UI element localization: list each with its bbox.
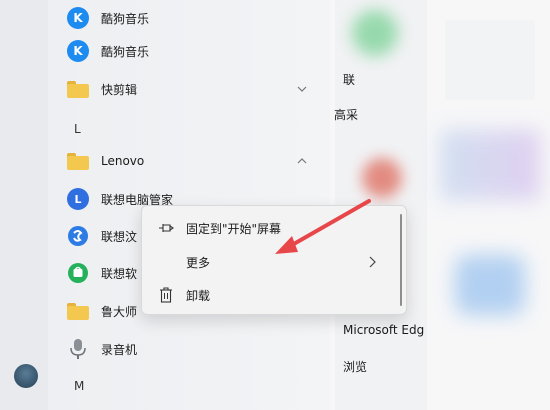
menu-item-label: 卸载 xyxy=(186,288,211,303)
folder-icon xyxy=(66,299,90,323)
menu-item-more[interactable]: 更多 xyxy=(142,246,398,278)
folder-label: 鲁大师 xyxy=(101,304,138,319)
menu-item-spacer xyxy=(158,254,174,270)
kugou-icon: K xyxy=(66,6,90,30)
tile-background xyxy=(445,20,535,100)
list-item-kugou-1[interactable]: K 酷狗音乐 xyxy=(58,0,320,36)
chevron-down-icon xyxy=(297,86,307,92)
chevron-up-icon xyxy=(297,158,307,164)
folder-icon xyxy=(66,77,90,101)
tile-app-icon-blue[interactable] xyxy=(455,255,525,315)
letter-header-m[interactable]: M xyxy=(74,379,84,393)
list-item-label: 联想汶 xyxy=(101,229,138,244)
folder-label: 快剪辑 xyxy=(101,82,138,97)
pin-icon xyxy=(158,220,174,236)
kugou-icon: K xyxy=(66,39,90,63)
start-side-rail xyxy=(0,0,48,410)
list-item-recorder[interactable]: 录音机 xyxy=(58,331,320,367)
tile-label: 高采 xyxy=(334,108,359,122)
lenovo-app-icon xyxy=(66,224,90,248)
list-item-kugou-2[interactable]: K 酷狗音乐 xyxy=(58,33,320,69)
tile-label-browse: 浏览 xyxy=(343,360,368,374)
tile-label: 联 xyxy=(343,73,356,87)
tile-app-icons-blurred[interactable] xyxy=(440,130,540,200)
list-item-label: 酷狗音乐 xyxy=(101,44,150,59)
trash-icon xyxy=(158,287,174,303)
letter-header-l[interactable]: L xyxy=(74,122,81,136)
tile-label-edge[interactable]: Microsoft Edg xyxy=(343,323,424,337)
user-avatar[interactable] xyxy=(14,364,38,388)
lenovo-manager-icon: L xyxy=(66,187,90,211)
folder-lenovo[interactable]: Lenovo xyxy=(58,143,320,179)
menu-item-label: 更多 xyxy=(186,255,211,270)
microphone-icon xyxy=(66,337,90,361)
menu-item-uninstall[interactable]: 卸载 xyxy=(142,279,398,311)
chevron-right-icon xyxy=(369,256,376,268)
list-item-label: 录音机 xyxy=(101,342,138,357)
tile-app-icon-red[interactable] xyxy=(362,158,402,198)
tile-app-icon-green[interactable] xyxy=(352,10,398,56)
list-item-label: 联想软 xyxy=(101,266,138,281)
menu-scrollbar[interactable] xyxy=(400,214,402,306)
menu-item-label: 固定到"开始"屏幕 xyxy=(186,221,282,236)
list-item-label: 酷狗音乐 xyxy=(101,11,150,26)
lenovo-store-icon xyxy=(66,261,90,285)
folder-kuaijianji[interactable]: 快剪辑 xyxy=(58,71,320,107)
menu-item-pin-to-start[interactable]: 固定到"开始"屏幕 xyxy=(142,212,398,244)
context-menu: 固定到"开始"屏幕 更多 卸载 xyxy=(141,205,407,315)
folder-icon xyxy=(66,149,90,173)
folder-label: Lenovo xyxy=(101,154,145,168)
